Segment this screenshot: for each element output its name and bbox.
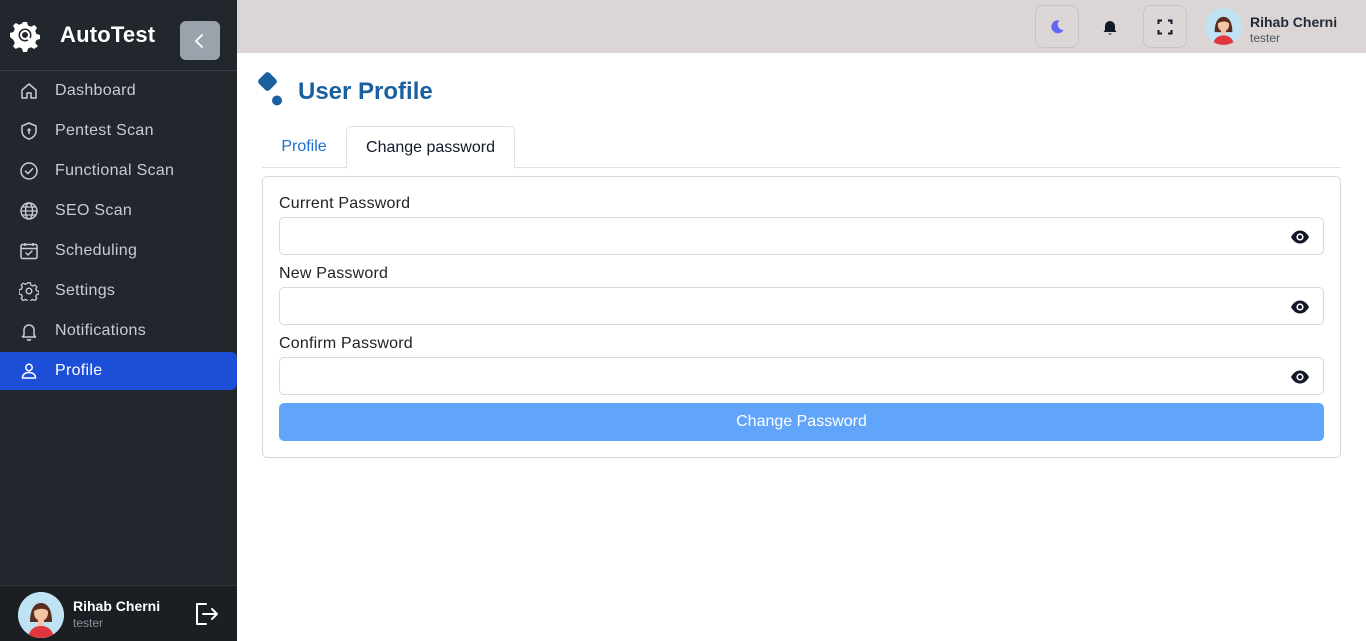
collapse-sidebar-button[interactable] <box>180 21 220 60</box>
eye-icon[interactable] <box>1290 227 1310 247</box>
page-title-icon <box>258 72 282 106</box>
app-name: AutoTest <box>60 22 156 47</box>
page-title: User Profile <box>298 78 433 105</box>
current-password-input[interactable] <box>280 218 1280 254</box>
logout-icon[interactable] <box>192 600 220 628</box>
sidebar-item-functional-scan[interactable]: Functional Scan <box>0 152 237 190</box>
gear-search-icon <box>10 22 40 52</box>
change-password-form: Current Password New Password Confirm Pa… <box>262 176 1341 458</box>
sidebar-nav: Dashboard Pentest Scan Functional Scan S… <box>0 71 237 392</box>
topbar: Rihab Cherni tester <box>237 0 1366 53</box>
sidebar-item-profile[interactable]: Profile <box>0 352 237 390</box>
topbar-user-name[interactable]: Rihab Cherni <box>1250 14 1337 30</box>
check-circle-icon <box>20 162 38 180</box>
confirm-password-label: Confirm Password <box>279 335 413 352</box>
current-password-label: Current Password <box>279 195 411 212</box>
sidebar-user-role: tester <box>73 616 104 630</box>
confirm-password-input[interactable] <box>280 358 1280 394</box>
sidebar-item-notifications[interactable]: Notifications <box>0 312 237 350</box>
user-icon <box>21 363 37 379</box>
fullscreen-button[interactable] <box>1143 5 1187 48</box>
sidebar: AutoTest Dashboard Pentest Scan Function… <box>0 0 237 641</box>
globe-icon <box>20 202 38 220</box>
calendar-check-icon <box>20 243 38 260</box>
tab-change-password[interactable]: Change password <box>346 126 515 169</box>
current-password-field-wrap <box>279 217 1324 255</box>
sidebar-item-label: Settings <box>55 282 116 299</box>
tab-profile[interactable]: Profile <box>262 126 346 168</box>
sidebar-user-name: Rihab Cherni <box>73 598 161 614</box>
sidebar-item-dashboard[interactable]: Dashboard <box>0 72 237 110</box>
sidebar-item-label: Pentest Scan <box>55 122 154 139</box>
sidebar-item-seo-scan[interactable]: SEO Scan <box>0 192 237 230</box>
bell-icon <box>21 324 37 341</box>
moon-icon <box>1051 19 1064 33</box>
eye-icon[interactable] <box>1290 367 1310 387</box>
profile-tabs: Profile Change password <box>262 126 1341 169</box>
fullscreen-icon <box>1157 19 1173 34</box>
bell-icon <box>1103 20 1117 35</box>
new-password-label: New Password <box>279 265 389 282</box>
theme-toggle-button[interactable] <box>1035 5 1079 48</box>
user-avatar-icon <box>18 592 64 638</box>
eye-icon[interactable] <box>1290 297 1310 317</box>
avatar[interactable] <box>18 592 64 638</box>
user-avatar-icon <box>1205 8 1242 45</box>
topbar-user-role: tester <box>1250 31 1281 45</box>
brand: AutoTest <box>0 0 237 71</box>
sidebar-item-label: SEO Scan <box>55 202 133 219</box>
confirm-password-field-wrap <box>279 357 1324 395</box>
shield-icon <box>21 122 37 140</box>
chevron-left-icon <box>195 33 203 48</box>
avatar[interactable] <box>1205 8 1242 45</box>
new-password-input[interactable] <box>280 288 1280 324</box>
sidebar-user-panel: Rihab Cherni tester <box>0 585 237 641</box>
sidebar-item-settings[interactable]: Settings <box>0 272 237 310</box>
notifications-button[interactable] <box>1088 5 1132 48</box>
new-password-field-wrap <box>279 287 1324 325</box>
sidebar-item-label: Dashboard <box>55 82 136 99</box>
sidebar-item-label: Functional Scan <box>55 162 175 179</box>
sidebar-item-pentest-scan[interactable]: Pentest Scan <box>0 112 237 150</box>
gear-icon <box>19 282 39 301</box>
sidebar-item-scheduling[interactable]: Scheduling <box>0 232 237 270</box>
change-password-button[interactable]: Change Password <box>279 403 1324 441</box>
sidebar-item-label: Profile <box>55 362 103 379</box>
sidebar-item-label: Scheduling <box>55 242 138 259</box>
sidebar-item-label: Notifications <box>55 322 147 339</box>
home-icon <box>21 83 37 99</box>
